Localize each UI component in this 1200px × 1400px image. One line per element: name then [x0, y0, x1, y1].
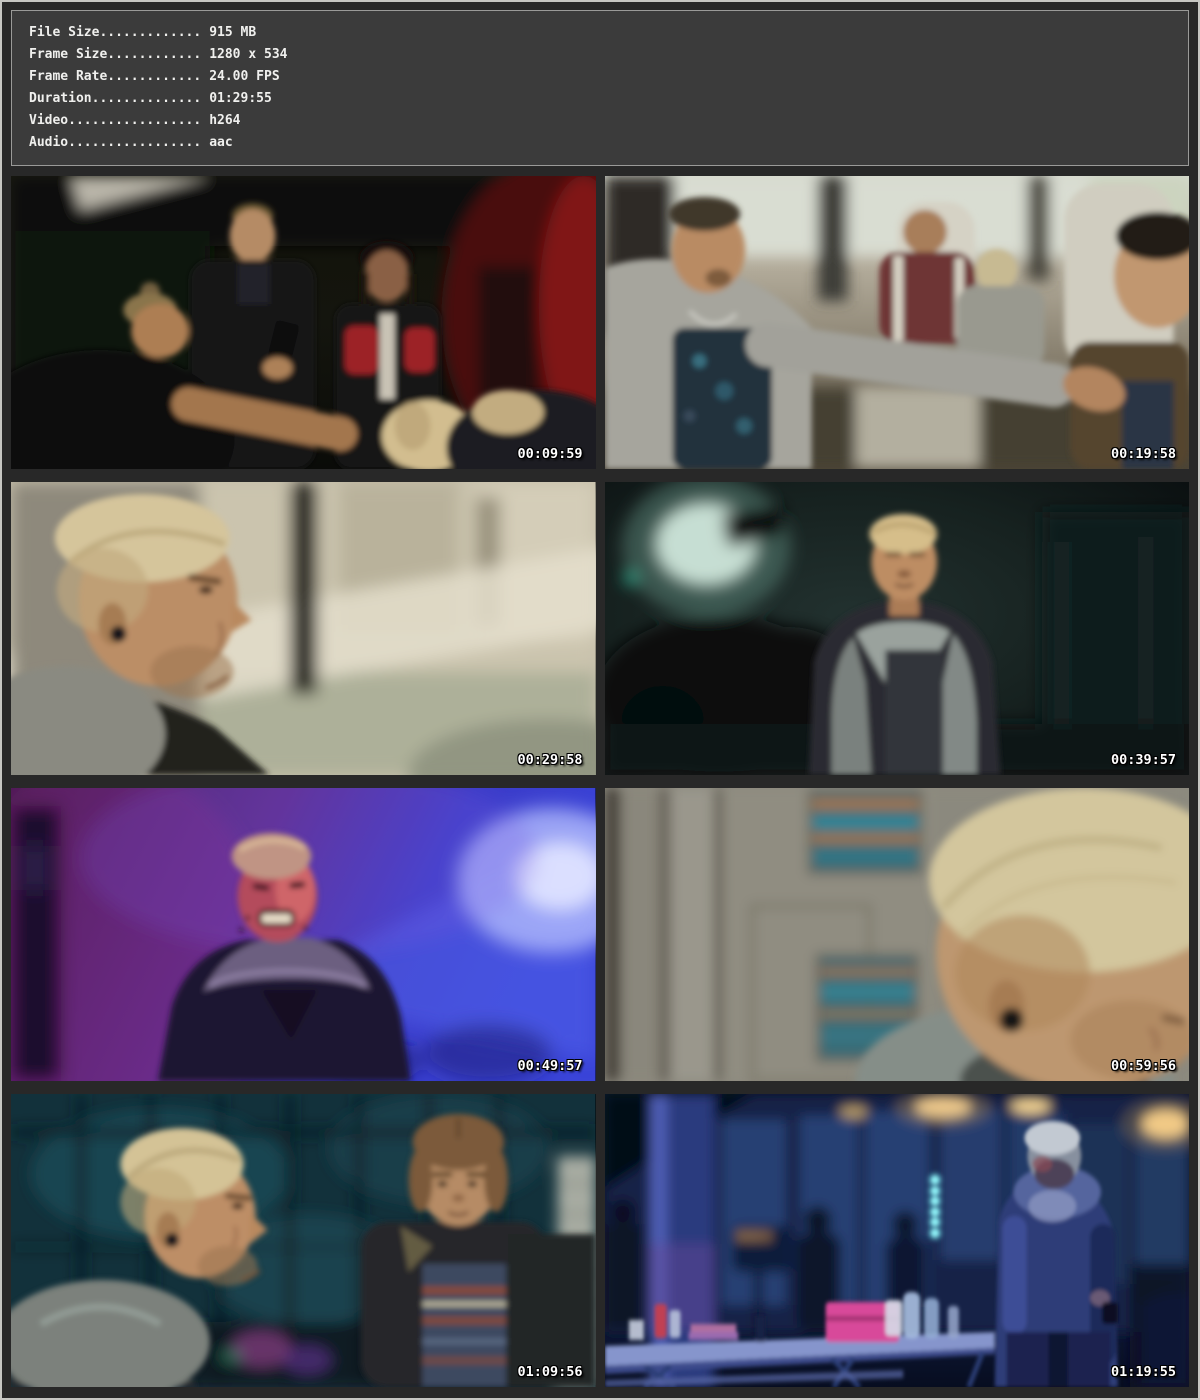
info-value: 915 MB — [209, 25, 256, 40]
frame-art-2 — [605, 176, 1190, 469]
frame-art-3 — [11, 482, 596, 775]
info-leader: ................. — [68, 135, 201, 150]
timestamp-label: 00:29:58 — [517, 752, 582, 768]
info-leader: ............ — [107, 47, 201, 62]
info-row-frame-size: Frame Size............ 1280 x 534 — [29, 44, 1178, 66]
timestamp-label: 00:09:59 — [517, 446, 582, 462]
screenshot-1: 00:09:59 — [11, 176, 596, 469]
info-row-frame-rate: Frame Rate............ 24.00 FPS — [29, 66, 1178, 88]
frame-art-1 — [11, 176, 596, 469]
page: File Size............. 915 MB Frame Size.… — [0, 0, 1200, 1400]
info-label: Duration — [29, 91, 92, 106]
screenshot-6: 00:59:56 — [605, 788, 1190, 1081]
info-value: aac — [209, 135, 232, 150]
screenshot-7: 01:09:56 — [11, 1094, 596, 1387]
timestamp-label: 00:19:58 — [1111, 446, 1176, 462]
info-leader: .............. — [92, 91, 202, 106]
frame-art-6 — [605, 788, 1190, 1081]
info-leader: ............. — [99, 25, 201, 40]
info-row-video: Video................. h264 — [29, 110, 1178, 132]
info-label: File Size — [29, 25, 99, 40]
info-leader: ................. — [68, 113, 201, 128]
info-row-duration: Duration.............. 01:29:55 — [29, 88, 1178, 110]
frame-art-8 — [605, 1094, 1190, 1387]
info-value: h264 — [209, 113, 240, 128]
screenshot-grid: 00:09:59 — [11, 176, 1189, 1387]
info-label: Video — [29, 113, 68, 128]
frame-art-7 — [11, 1094, 596, 1387]
screenshot-4: 00:39:57 — [605, 482, 1190, 775]
screenshot-8: 01:19:55 — [605, 1094, 1190, 1387]
screenshot-5: 00:49:57 — [11, 788, 596, 1081]
info-label: Frame Size — [29, 47, 107, 62]
timestamp-label: 00:59:56 — [1111, 1058, 1176, 1074]
info-label: Audio — [29, 135, 68, 150]
timestamp-label: 00:49:57 — [517, 1058, 582, 1074]
info-label: Frame Rate — [29, 69, 107, 84]
info-leader: ............ — [107, 69, 201, 84]
info-row-file-size: File Size............. 915 MB — [29, 22, 1178, 44]
timestamp-label: 00:39:57 — [1111, 752, 1176, 768]
frame-art-5 — [11, 788, 596, 1081]
frame-art-4 — [605, 482, 1190, 775]
timestamp-label: 01:09:56 — [517, 1364, 582, 1380]
media-info-panel: File Size............. 915 MB Frame Size.… — [11, 10, 1189, 166]
screenshot-3: 00:29:58 — [11, 482, 596, 775]
info-value: 1280 x 534 — [209, 47, 287, 62]
timestamp-label: 01:19:55 — [1111, 1364, 1176, 1380]
info-value: 01:29:55 — [209, 91, 272, 106]
info-row-audio: Audio................. aac — [29, 132, 1178, 154]
info-value: 24.00 FPS — [209, 69, 279, 84]
screenshot-2: 00:19:58 — [605, 176, 1190, 469]
